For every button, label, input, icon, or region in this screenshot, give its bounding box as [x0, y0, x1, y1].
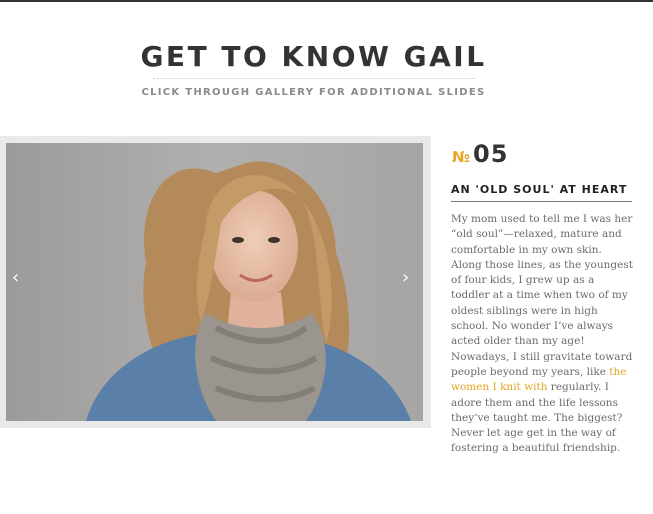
slide-body: My mom used to tell me I was her “old so… [451, 212, 635, 457]
title-divider [153, 78, 475, 79]
top-rule [0, 0, 653, 2]
number-sign: № [452, 148, 471, 166]
slide-number-value: 05 [473, 140, 509, 168]
page-subtitle: CLICK THROUGH GALLERY FOR ADDITIONAL SLI… [141, 87, 486, 98]
slide-number: № 05 [452, 140, 508, 168]
chevron-right-icon[interactable]: › [402, 269, 409, 287]
slide-heading: AN 'OLD SOUL' AT HEART [451, 183, 632, 202]
gallery: ‹ › [0, 136, 431, 428]
portrait-illustration [6, 143, 423, 421]
chevron-left-icon[interactable]: ‹ [12, 269, 19, 287]
portrait-photo [6, 143, 423, 421]
page-title: GET TO KNOW GAIL [140, 40, 487, 73]
slide-body-text: My mom used to tell me I was her “old so… [451, 213, 633, 378]
